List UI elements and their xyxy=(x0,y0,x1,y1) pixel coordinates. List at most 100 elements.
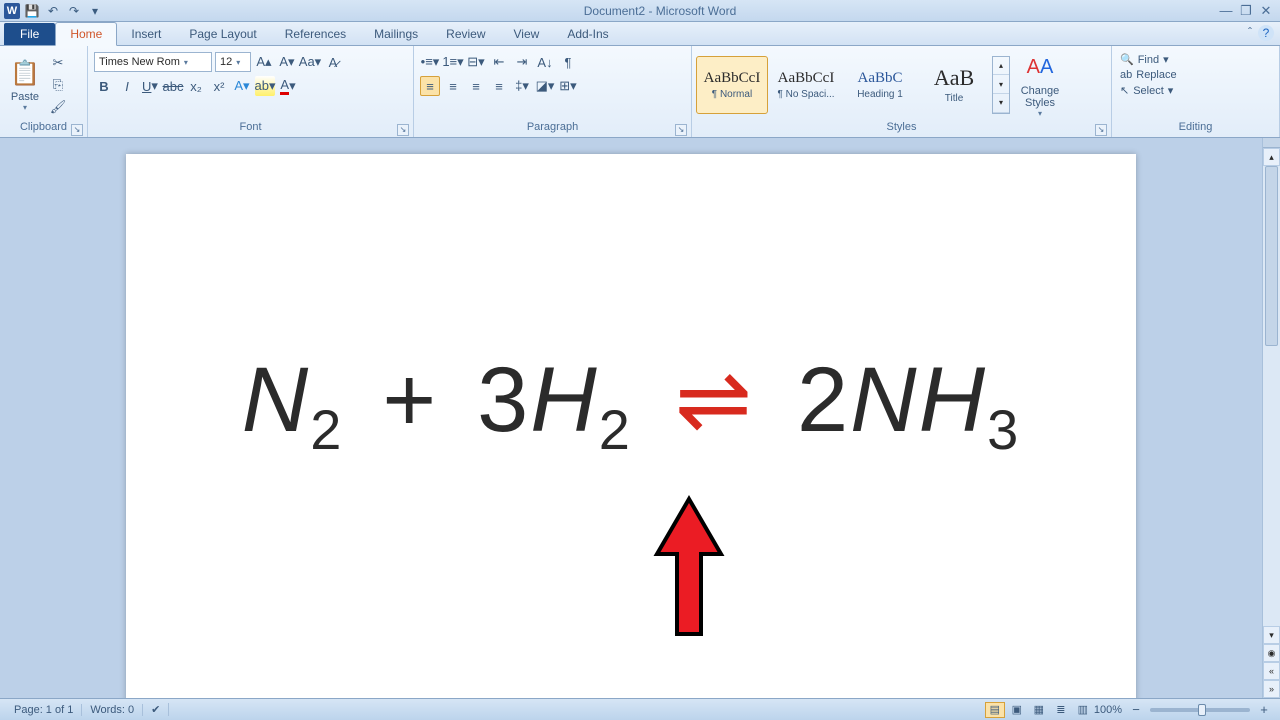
borders-button[interactable]: ⊞▾ xyxy=(558,76,578,96)
tab-home[interactable]: Home xyxy=(55,22,117,46)
scroll-down-icon[interactable]: ▾ xyxy=(1263,626,1280,644)
tab-insert[interactable]: Insert xyxy=(117,23,175,45)
style-no-spacing[interactable]: AaBbCcI¶ No Spaci... xyxy=(770,56,842,114)
word-app-icon[interactable]: W xyxy=(4,3,20,19)
justify-button[interactable]: ≡ xyxy=(489,76,509,96)
strikethrough-button[interactable]: abc xyxy=(163,76,183,96)
styles-scroll-down-icon[interactable]: ▾ xyxy=(993,75,1009,94)
equation-content[interactable]: N2 + 3H2 ⇌ 2NH3 xyxy=(166,214,1096,458)
sort-button[interactable]: A↓ xyxy=(535,52,555,72)
window-restore-icon[interactable]: ❐ xyxy=(1236,3,1256,19)
tab-review[interactable]: Review xyxy=(432,23,499,45)
view-outline-icon[interactable]: ≣ xyxy=(1051,702,1071,718)
tab-mailings[interactable]: Mailings xyxy=(360,23,432,45)
clear-formatting-button[interactable]: A̷ xyxy=(323,52,343,72)
subscript-button[interactable]: x₂ xyxy=(186,76,206,96)
scroll-up-icon[interactable]: ▴ xyxy=(1263,148,1280,166)
group-paragraph-label: Paragraph xyxy=(527,121,578,133)
status-page[interactable]: Page: 1 of 1 xyxy=(6,704,82,716)
font-size-selector[interactable]: 12▾ xyxy=(215,52,251,72)
styles-expand-icon[interactable]: ▾ xyxy=(993,94,1009,113)
highlight-button[interactable]: ab▾ xyxy=(255,76,275,96)
view-draft-icon[interactable]: ▥ xyxy=(1073,702,1093,718)
qat-save-icon[interactable]: 💾 xyxy=(23,2,41,20)
font-name-selector[interactable]: Times New Rom▾ xyxy=(94,52,212,72)
align-right-button[interactable]: ≡ xyxy=(466,76,486,96)
window-minimize-icon[interactable]: ― xyxy=(1216,3,1236,18)
zoom-slider-thumb[interactable] xyxy=(1198,704,1206,716)
split-grip[interactable] xyxy=(1263,138,1280,148)
ribbon-tabs: File Home Insert Page Layout References … xyxy=(0,22,1280,46)
bold-button[interactable]: B xyxy=(94,76,114,96)
window-close-icon[interactable]: ✕ xyxy=(1256,3,1276,19)
zoom-in-button[interactable]: + xyxy=(1254,700,1274,720)
styles-scroll-up-icon[interactable]: ▴ xyxy=(993,57,1009,76)
prev-page-icon[interactable]: « xyxy=(1263,662,1280,680)
group-clipboard: 📋 Paste ▾ ✂ ⎘ 🖌 Clipboard↘ xyxy=(0,46,88,137)
italic-button[interactable]: I xyxy=(117,76,137,96)
view-print-layout-icon[interactable]: ▤ xyxy=(985,702,1005,718)
font-color-button[interactable]: A▾ xyxy=(278,76,298,96)
document-page[interactable]: N2 + 3H2 ⇌ 2NH3 xyxy=(126,154,1136,698)
view-full-screen-icon[interactable]: ▣ xyxy=(1007,702,1027,718)
vertical-scrollbar[interactable]: ▴ ▾ ◉ « » xyxy=(1262,138,1280,698)
tab-add-ins[interactable]: Add-Ins xyxy=(553,23,622,45)
zoom-slider[interactable] xyxy=(1150,708,1250,712)
qat-redo-icon[interactable]: ↷ xyxy=(65,2,83,20)
numbering-button[interactable]: 1≡▾ xyxy=(443,52,463,72)
show-marks-button[interactable]: ¶ xyxy=(558,52,578,72)
zoom-out-button[interactable]: − xyxy=(1126,700,1146,720)
format-painter-button[interactable]: 🖌 xyxy=(48,97,68,117)
paragraph-dialog-launcher[interactable]: ↘ xyxy=(675,124,687,136)
paste-icon: 📋 xyxy=(9,57,41,89)
find-button[interactable]: 🔍Find ▾ xyxy=(1118,52,1171,67)
qat-customize-icon[interactable]: ▾ xyxy=(86,2,104,20)
group-editing-label: Editing xyxy=(1179,121,1213,133)
superscript-button[interactable]: x² xyxy=(209,76,229,96)
change-case-button[interactable]: Aa▾ xyxy=(300,52,320,72)
select-icon: ↖ xyxy=(1120,84,1129,97)
ribbon-minimize-icon[interactable]: ˆ xyxy=(1248,25,1252,41)
shading-button[interactable]: ◪▾ xyxy=(535,76,555,96)
multilevel-list-button[interactable]: ⊟▾ xyxy=(466,52,486,72)
select-button[interactable]: ↖Select ▾ xyxy=(1118,83,1175,98)
next-page-icon[interactable]: » xyxy=(1263,680,1280,698)
font-dialog-launcher[interactable]: ↘ xyxy=(397,124,409,136)
style-title[interactable]: AaBTitle xyxy=(918,56,990,114)
text-effects-button[interactable]: A▾ xyxy=(232,76,252,96)
align-left-button[interactable]: ≡ xyxy=(420,76,440,96)
style-normal[interactable]: AaBbCcI¶ Normal xyxy=(696,56,768,114)
tab-file[interactable]: File xyxy=(4,23,55,45)
style-heading-1[interactable]: AaBbCHeading 1 xyxy=(844,56,916,114)
document-area[interactable]: N2 + 3H2 ⇌ 2NH3 xyxy=(0,138,1262,698)
group-styles: AaBbCcI¶ Normal AaBbCcI¶ No Spaci... AaB… xyxy=(692,46,1112,137)
styles-dialog-launcher[interactable]: ↘ xyxy=(1095,124,1107,136)
tab-page-layout[interactable]: Page Layout xyxy=(175,23,270,45)
copy-button[interactable]: ⎘ xyxy=(48,75,68,95)
tab-view[interactable]: View xyxy=(500,23,554,45)
help-icon[interactable]: ? xyxy=(1258,25,1274,41)
increase-indent-button[interactable]: ⇥ xyxy=(512,52,532,72)
change-styles-button[interactable]: AA Change Styles ▾ xyxy=(1012,50,1068,120)
styles-scroll[interactable]: ▴▾▾ xyxy=(992,56,1010,114)
replace-button[interactable]: abReplace xyxy=(1118,68,1179,82)
bullets-button[interactable]: •≡▾ xyxy=(420,52,440,72)
line-spacing-button[interactable]: ‡▾ xyxy=(512,76,532,96)
grow-font-button[interactable]: A▴ xyxy=(254,52,274,72)
scroll-thumb[interactable] xyxy=(1265,166,1278,346)
shrink-font-button[interactable]: A▾ xyxy=(277,52,297,72)
status-proofing-icon[interactable]: ✔ xyxy=(143,703,169,716)
browse-object-icon[interactable]: ◉ xyxy=(1263,644,1280,662)
paste-button[interactable]: 📋 Paste ▾ xyxy=(4,50,46,120)
status-words[interactable]: Words: 0 xyxy=(82,704,143,716)
view-web-layout-icon[interactable]: ▦ xyxy=(1029,702,1049,718)
tab-references[interactable]: References xyxy=(271,23,360,45)
zoom-level[interactable]: 100% xyxy=(1094,704,1122,716)
decrease-indent-button[interactable]: ⇤ xyxy=(489,52,509,72)
cut-button[interactable]: ✂ xyxy=(48,53,68,73)
group-paragraph: •≡▾ 1≡▾ ⊟▾ ⇤ ⇥ A↓ ¶ ≡ ≡ ≡ ≡ ‡▾ ◪▾ ⊞▾ Par… xyxy=(414,46,692,137)
qat-undo-icon[interactable]: ↶ xyxy=(44,2,62,20)
align-center-button[interactable]: ≡ xyxy=(443,76,463,96)
clipboard-dialog-launcher[interactable]: ↘ xyxy=(71,124,83,136)
underline-button[interactable]: U▾ xyxy=(140,76,160,96)
